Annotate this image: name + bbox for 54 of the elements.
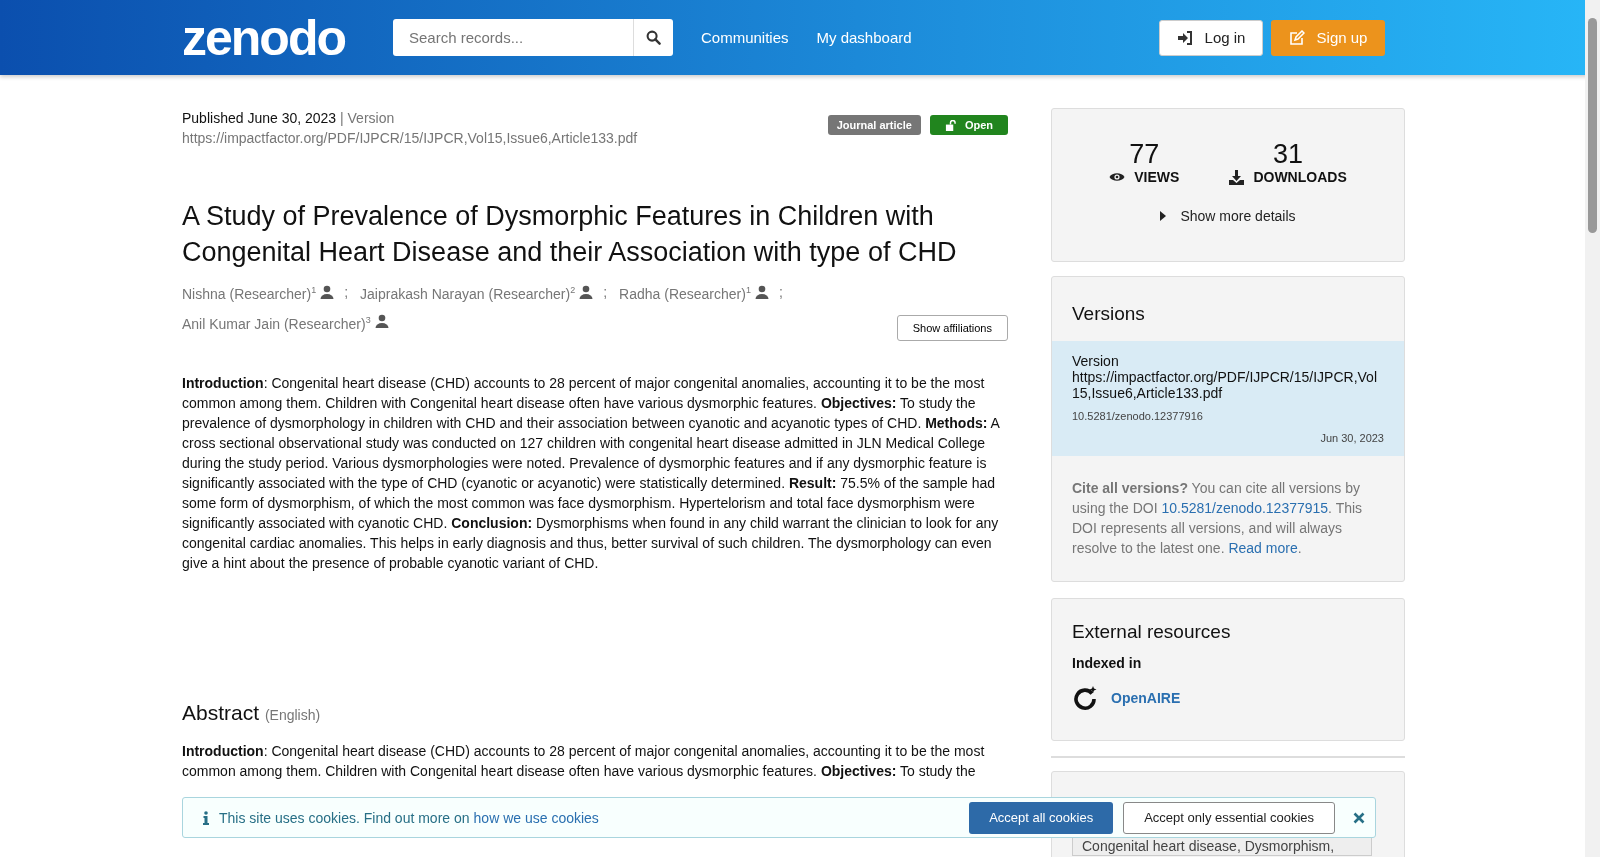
- abstract-paragraph: Introduction: Congenital heart disease (CHD) accounts to 28 percent of major congenital anomalies, accounting it to be the most common among them. Children with Congenital heart disease often have various dysmorphic features. Objectives: To study the: [182, 742, 986, 782]
- stat-label: VIEWS: [1134, 169, 1180, 185]
- language-label: (English): [264, 707, 321, 724]
- description-paragraph: Introduction: Congenital heart disease (CHD) accounts to 28 percent of major congenital anomalies, accounting it to be the most common among them. Children with Congenital heart disease often have various dysmorphic features. Objectives: To study the prevalence of dysmorphology in children with CHD and their association between cyanotic and acyanotic types of CHD. Methods: A cross sectional observational study was conducted on 127 children with congenital heart disease admitted in JLN Medical College during the study period. Various dysmorphologies were noted. Prevalence of dysmorphic features and if any dysmorphic feature is significantly associated with the type of CHD (cyanotic or acyanotic) were statistically determined. Result: 75.5% of the sample had some form of dysmorphism, of which the most common was face dysmorphism. Hypertelorism and total face dysmorphism were significantly associated with cyanotic CHD. Conclusion: Dysmorphisms when found in any child warrant the clinician to look for any congenital cardiac anomalies. This helps in early diagnosis and thus, better survival of such children. The dysmorphology can even give a hint about the presence of probable cyanotic variant of CHD.: [182, 374, 1001, 574]
- close-icon[interactable]: [1353, 811, 1365, 824]
- accept-essential-button[interactable]: Accept only essential cookies: [1123, 801, 1335, 834]
- separator: ;: [778, 282, 783, 302]
- creator-link[interactable]: Radha (Researcher)$^{1}$: [619, 280, 751, 304]
- caret-icon: [1160, 211, 1167, 221]
- show-more-button[interactable]: Show more details: [1154, 207, 1302, 225]
- creator-link[interactable]: Nishna (Researcher)$^{1}$: [182, 280, 317, 304]
- publication-info: Published June 30, 2023 | Version: [182, 109, 396, 128]
- indexed-label: Indexed in: [1071, 655, 1143, 671]
- read-more-link[interactable]: Read more: [1228, 540, 1298, 556]
- person-icon: [579, 284, 594, 299]
- search-icon: [646, 30, 661, 45]
- cookie-text: This site uses cookies. Find out more on: [219, 809, 470, 826]
- cite-paragraph: Cite all versions? You can cite all versions by using the DOI 10.5281/zenodo.12377915. This DOI represents all versions, and will always resolve to the latest one. Read more.: [1071, 479, 1364, 558]
- openaire-link[interactable]: OpenAIRE: [1111, 690, 1181, 706]
- abstract-heading: Abstract: [182, 701, 260, 725]
- card-title: Versions: [1071, 302, 1146, 326]
- login-button[interactable]: Log in: [1159, 19, 1263, 56]
- version-item[interactable]: Version https://impactfactor.org/PDF/IJPCR/15/IJPCR,Vol15,Issue6,Article133.pdf 10.5281/zenodo.12377916 Jun 30, 2023: [1052, 341, 1404, 456]
- info-icon: [203, 810, 209, 825]
- version-text: https://impactfactor.org/PDF/IJPCR/15/IJPCR,Vol15,Issue6,Article133.pdf: [182, 129, 638, 148]
- card-title: External resources: [1071, 620, 1232, 644]
- accept-all-button[interactable]: Accept all cookies: [969, 801, 1114, 834]
- scrollbar[interactable]: [1585, 0, 1600, 857]
- edit-icon: [1288, 29, 1305, 46]
- search-field[interactable]: Search records...: [393, 19, 633, 56]
- person-icon: [754, 284, 769, 299]
- keywords-text: Congenital heart disease, Dysmorphism,: [1072, 836, 1372, 856]
- nav-link[interactable]: My dashboard: [816, 29, 912, 46]
- separator: ;: [344, 282, 349, 302]
- login-icon: [1176, 29, 1193, 46]
- separator: ;: [603, 282, 608, 302]
- person-icon: [374, 314, 389, 329]
- stat-value: 31: [1273, 139, 1304, 169]
- show-affiliations-button[interactable]: Show affiliations: [896, 315, 1008, 342]
- type-badge: Journal article: [827, 115, 921, 135]
- stat-label: DOWNLOADS: [1253, 169, 1347, 185]
- record-title: A Study of Prevalence of Dysmorphic Features in Children with Congenital Heart Disease and their Association with type of CHD: [182, 200, 958, 269]
- logo[interactable]: zenodo: [182, 7, 349, 68]
- cookie-policy-link[interactable]: how we use cookies: [473, 809, 599, 826]
- creator-link[interactable]: Jaiprakash Narayan (Researcher)$^{2}$: [360, 280, 576, 304]
- search-button[interactable]: [633, 19, 673, 56]
- creator-link[interactable]: Anil Kumar Jain (Researcher)$^{3}$: [182, 309, 371, 334]
- person-icon: [320, 284, 335, 299]
- access-badge: Open: [929, 115, 1008, 135]
- ring-logo-icon: [1072, 685, 1098, 711]
- nav-link[interactable]: Communities: [701, 29, 789, 46]
- download-icon: [1229, 169, 1245, 185]
- eye-icon: [1109, 171, 1126, 183]
- stat-value: 77: [1129, 139, 1160, 169]
